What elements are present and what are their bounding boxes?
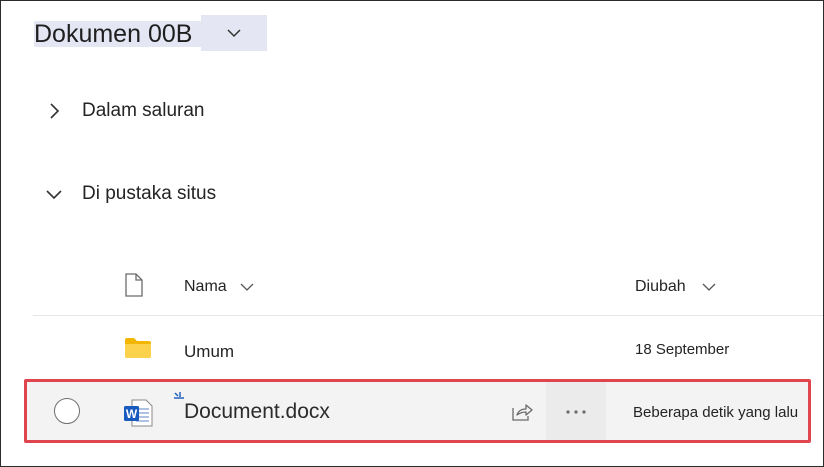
column-label: Diubah: [635, 278, 686, 295]
section-dalam-saluran[interactable]: Dalam saluran: [45, 100, 205, 122]
section-di-pustaka-situs[interactable]: Di pustaka situs: [45, 183, 216, 205]
library-switcher-dropdown[interactable]: [201, 15, 267, 51]
folder-icon: [125, 338, 151, 358]
chevron-down-icon: [240, 283, 254, 291]
file-type-column-header[interactable]: [123, 273, 145, 297]
more-options-icon: [566, 410, 586, 414]
section-label: Dalam saluran: [82, 100, 205, 121]
file-type-icon: [125, 273, 143, 297]
word-document-icon: W: [124, 399, 153, 427]
item-name-link[interactable]: Umum: [184, 342, 234, 362]
share-button[interactable]: [509, 400, 535, 424]
item-name-link[interactable]: Document.docx: [184, 400, 330, 424]
chevron-down-icon: [702, 283, 716, 291]
document-library-panel: Dokumen 00B Dalam saluran Di pustaka sit…: [0, 0, 824, 467]
svg-text:W: W: [126, 407, 138, 421]
chevron-right-icon: [50, 103, 60, 119]
more-options-button[interactable]: [563, 402, 589, 422]
word-icon-cell: W: [123, 399, 153, 427]
item-modified-date: Beberapa detik yang lalu: [633, 404, 799, 421]
chevron-down-icon: [227, 29, 241, 38]
page-title: Dokumen 00B: [34, 20, 193, 48]
new-item-sparkle-icon: [174, 392, 184, 399]
folder-icon-cell: [124, 337, 152, 359]
column-header-nama[interactable]: Nama: [184, 278, 254, 296]
item-modified-date: 18 September: [635, 341, 730, 358]
share-icon: [512, 404, 533, 421]
header-divider: [33, 315, 823, 316]
column-header-diubah[interactable]: Diubah: [635, 278, 716, 296]
row-select-checkbox[interactable]: [54, 398, 80, 424]
chevron-down-icon: [46, 190, 62, 200]
column-label: Nama: [184, 278, 227, 295]
section-label: Di pustaka situs: [82, 183, 217, 204]
